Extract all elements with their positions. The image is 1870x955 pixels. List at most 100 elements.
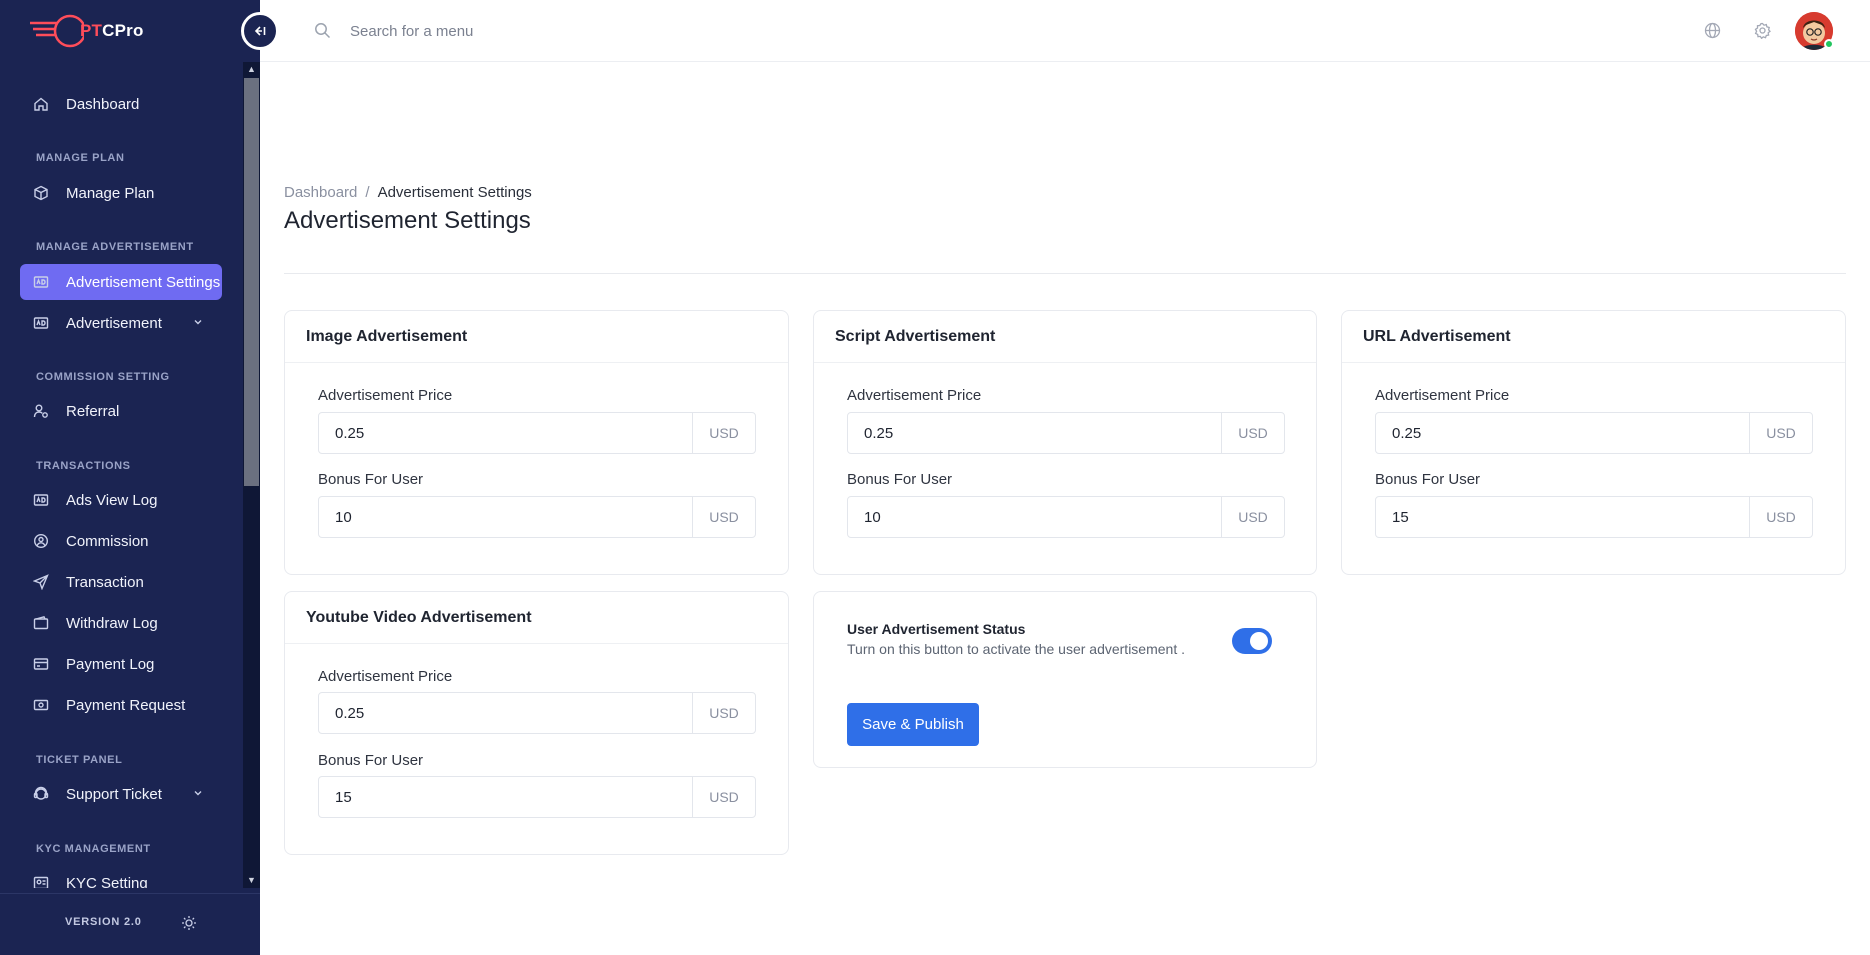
- wallet-icon: [32, 614, 50, 632]
- breadcrumb-home[interactable]: Dashboard: [284, 184, 357, 201]
- sidebar-item-label: Advertisement Settings: [66, 273, 221, 291]
- page-title: Advertisement Settings: [284, 207, 531, 234]
- sun-icon[interactable]: [181, 915, 197, 931]
- currency-addon: USD: [1221, 497, 1284, 537]
- section-transactions: TRANSACTIONS: [36, 460, 131, 472]
- user-advertisement-status-card: User Advertisement Status Turn on this b…: [813, 591, 1317, 768]
- chevron-down-icon: [194, 320, 202, 325]
- script-bonus-for-user-input[interactable]: [848, 497, 1221, 537]
- gear-icon[interactable]: [1754, 22, 1771, 39]
- logo-icon: [30, 14, 84, 48]
- sidebar-item-label: KYC Setting: [66, 874, 148, 889]
- globe-icon[interactable]: [1704, 22, 1721, 39]
- card-title: Youtube Video Advertisement: [285, 592, 788, 644]
- sidebar-item-commission[interactable]: Commission: [20, 523, 222, 559]
- sidebar-item-referral[interactable]: Referral: [20, 393, 222, 429]
- currency-addon: USD: [692, 777, 755, 817]
- currency-addon: USD: [692, 693, 755, 733]
- url-advertisement-price-input[interactable]: [1376, 413, 1749, 453]
- toggle-knob: [1250, 632, 1268, 650]
- script-advertisement-price-input[interactable]: [848, 413, 1221, 453]
- section-kyc-management: KYC MANAGEMENT: [36, 843, 151, 855]
- ad-icon: [32, 491, 50, 509]
- bonus-for-user-group: USD: [318, 496, 756, 538]
- sidebar-item-withdraw-log[interactable]: Withdraw Log: [20, 605, 222, 641]
- sidebar-item-advertisement[interactable]: Advertisement: [20, 305, 222, 341]
- status-description: Turn on this button to activate the user…: [847, 641, 1185, 657]
- sidebar-item-label: Transaction: [66, 573, 144, 591]
- url-bonus-for-user-input[interactable]: [1376, 497, 1749, 537]
- support-icon: [32, 785, 50, 803]
- collapse-left-icon: [254, 26, 266, 36]
- search-input[interactable]: [350, 18, 750, 44]
- scrollbar-thumb[interactable]: [244, 78, 259, 486]
- currency-addon: USD: [1749, 413, 1812, 453]
- advertisement-price-label: Advertisement Price: [1375, 387, 1510, 404]
- ad-icon: [32, 273, 50, 291]
- bonus-for-user-label: Bonus For User: [318, 752, 424, 769]
- user-gear-icon: [32, 402, 50, 420]
- youtube-advertisement-card: Youtube Video Advertisement Advertisemen…: [284, 591, 789, 855]
- bonus-for-user-group: USD: [1375, 496, 1813, 538]
- scroll-down-icon[interactable]: ▼: [246, 875, 257, 886]
- sidebar-item-advertisement-settings[interactable]: Advertisement Settings: [20, 264, 222, 300]
- bonus-for-user-label: Bonus For User: [318, 471, 424, 488]
- save-publish-button[interactable]: Save & Publish: [847, 703, 979, 746]
- currency-addon: USD: [692, 497, 755, 537]
- sidebar-item-kyc-setting[interactable]: KYC Setting: [20, 865, 222, 888]
- sidebar-scrollbar[interactable]: ▲ ▼: [243, 62, 260, 888]
- currency-addon: USD: [1749, 497, 1812, 537]
- youtube-advertisement-price-input[interactable]: [319, 693, 692, 733]
- sidebar-item-label: Payment Request: [66, 696, 186, 714]
- advertisement-price-label: Advertisement Price: [318, 668, 453, 685]
- advertisement-price-group: USD: [318, 692, 756, 734]
- sidebar-nav: Dashboard MANAGE PLAN Manage Plan MANAGE…: [0, 62, 243, 888]
- currency-addon: USD: [692, 413, 755, 453]
- sidebar-item-payment-log[interactable]: Payment Log: [20, 646, 222, 682]
- user-advertisement-status-toggle[interactable]: [1232, 628, 1272, 654]
- logo[interactable]: PTCPro: [28, 10, 148, 52]
- sidebar-item-label: Ads View Log: [66, 491, 158, 509]
- logo-text-rest: CPro: [102, 21, 144, 40]
- scroll-up-icon[interactable]: ▲: [246, 64, 257, 75]
- sidebar-footer: VERSION 2.0: [0, 893, 260, 955]
- header-divider: [284, 273, 1846, 274]
- sidebar-item-dashboard[interactable]: Dashboard: [20, 86, 222, 122]
- cash-icon: [32, 696, 50, 714]
- id-card-icon: [32, 874, 50, 888]
- breadcrumb: Dashboard / Advertisement Settings: [284, 184, 532, 201]
- sidebar-item-payment-request[interactable]: Payment Request: [20, 687, 222, 723]
- breadcrumb-separator: /: [365, 184, 370, 201]
- currency-addon: USD: [1221, 413, 1284, 453]
- home-icon: [32, 95, 50, 113]
- version-label: VERSION 2.0: [65, 916, 142, 928]
- advertisement-price-label: Advertisement Price: [318, 387, 453, 404]
- sidebar-item-label: Withdraw Log: [66, 614, 158, 632]
- section-ticket-panel: TICKET PANEL: [36, 754, 123, 766]
- sidebar-item-label: Dashboard: [66, 95, 140, 113]
- credit-card-icon: [32, 655, 50, 673]
- sidebar-item-support-ticket[interactable]: Support Ticket: [20, 776, 222, 812]
- image-advertisement-price-input[interactable]: [319, 413, 692, 453]
- url-advertisement-card: URL Advertisement Advertisement Price US…: [1341, 310, 1846, 575]
- card-title: Image Advertisement: [285, 311, 788, 363]
- sidebar-item-ads-view-log[interactable]: Ads View Log: [20, 482, 222, 518]
- online-status-dot: [1824, 39, 1834, 49]
- bonus-for-user-label: Bonus For User: [847, 471, 953, 488]
- image-bonus-for-user-input[interactable]: [319, 497, 692, 537]
- script-advertisement-card: Script Advertisement Advertisement Price…: [813, 310, 1317, 575]
- sidebar-item-label: Referral: [66, 402, 120, 420]
- advertisement-price-label: Advertisement Price: [847, 387, 982, 404]
- sidebar-item-label: Advertisement: [66, 314, 162, 332]
- sidebar-item-label: Support Ticket: [66, 785, 162, 803]
- bonus-for-user-group: USD: [847, 496, 1285, 538]
- sidebar-collapse-button[interactable]: [241, 12, 279, 50]
- youtube-bonus-for-user-input[interactable]: [319, 777, 692, 817]
- avatar[interactable]: [1795, 12, 1834, 50]
- sidebar: PTCPro Dashboard MANAGE PLAN Manage Plan…: [0, 0, 260, 955]
- logo-text-accent: PT: [80, 21, 103, 40]
- breadcrumb-current: Advertisement Settings: [377, 184, 532, 201]
- sidebar-item-transaction[interactable]: Transaction: [20, 564, 222, 600]
- sidebar-item-manage-plan[interactable]: Manage Plan: [20, 175, 222, 211]
- chevron-down-icon: [194, 791, 202, 796]
